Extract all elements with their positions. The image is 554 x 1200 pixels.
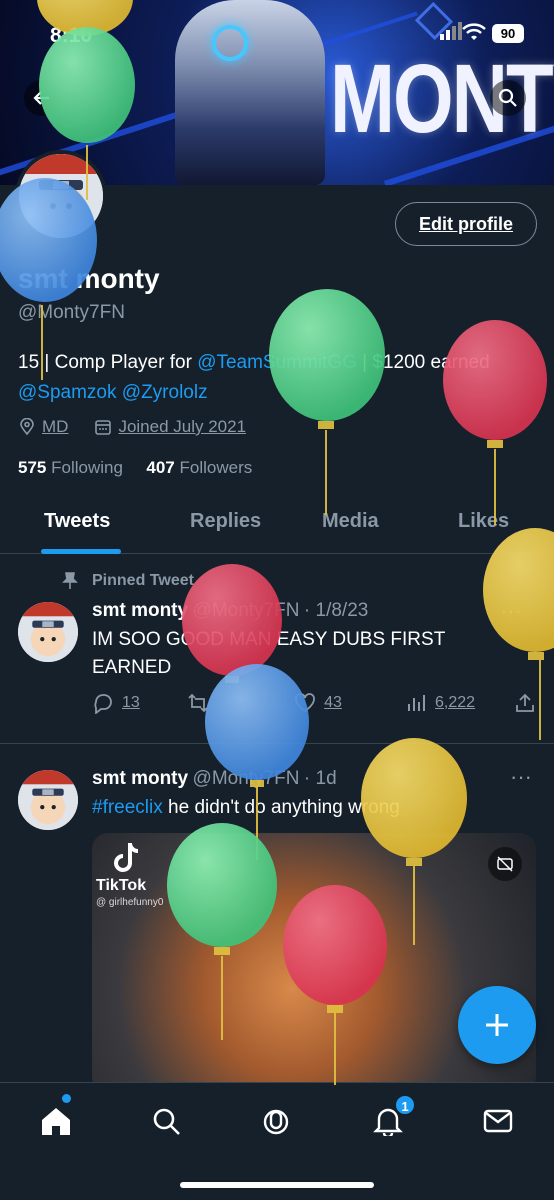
retweet-icon (188, 693, 208, 713)
edit-profile-button[interactable]: Edit profile (395, 202, 537, 246)
bio-text: 15 | Comp Player for (18, 352, 198, 373)
views-button[interactable]: 6,222 (405, 692, 514, 714)
mute-button[interactable] (488, 847, 522, 881)
tweet-hashtag[interactable]: #freeclix (92, 797, 163, 818)
profile-meta: MD Joined July 2021 (18, 417, 246, 437)
tab-replies[interactable]: Replies (190, 510, 261, 533)
tweet-date: · 1d (303, 768, 337, 789)
share-icon (516, 693, 534, 712)
tweet-author-name[interactable]: smt monty (92, 600, 188, 621)
profile-location[interactable]: MD (42, 417, 68, 437)
media-user: @ girlhefunny0 (96, 897, 164, 908)
tweet-avatar[interactable] (18, 770, 78, 830)
like-button[interactable]: 43 (294, 692, 405, 714)
wifi-icon (462, 23, 486, 40)
profile-bio: 15 | Comp Player for @TeamSummitGG | $12… (18, 348, 548, 408)
tiktok-logo-icon (114, 842, 139, 872)
bio-mention-spamzok[interactable]: @Spamzok (18, 382, 117, 403)
profile-handle: @Monty7FN (18, 302, 125, 323)
nav-home[interactable] (36, 1101, 76, 1141)
reply-icon (94, 694, 112, 714)
more-icon[interactable]: ··· (510, 764, 532, 790)
notifications-badge: 1 (394, 1094, 416, 1116)
tweet-text: #freeclix he didn't do anything wrong (92, 797, 400, 818)
share-button[interactable] (514, 692, 536, 714)
search-icon (498, 88, 517, 107)
like-icon (295, 693, 315, 713)
location-pin-icon (20, 418, 34, 436)
pin-icon (62, 572, 78, 589)
status-time: 8:10 (50, 24, 93, 47)
nav-messages[interactable] (478, 1101, 518, 1141)
back-button[interactable] (24, 80, 60, 116)
tab-likes[interactable]: Likes (458, 510, 509, 533)
pinned-label: Pinned Tweet (62, 572, 194, 590)
tweet-author-handle: @Monty7FN (192, 768, 300, 789)
profile-name: smt monty (18, 263, 160, 294)
profile-tabs: Tweets Replies Media Likes (0, 500, 554, 554)
follow-stats: 575 Following 407 Followers (18, 458, 252, 478)
tweet-date: · 1/8/23 (303, 600, 369, 621)
following-link[interactable]: 575 Following (18, 458, 123, 477)
bio-mention-zyrololz[interactable]: @Zyrololz (122, 382, 208, 403)
avatar-character (19, 154, 103, 238)
compose-tweet-button[interactable] (458, 986, 536, 1064)
search-button[interactable] (490, 80, 526, 116)
media-brand: TikTok (96, 877, 147, 894)
more-icon[interactable]: ··· (500, 598, 522, 624)
banner-character (175, 0, 325, 185)
nav-spaces[interactable] (256, 1101, 296, 1141)
active-tab-indicator (41, 549, 121, 554)
nav-search[interactable] (146, 1101, 186, 1141)
banner-visor (212, 25, 248, 61)
tweet-header: smt monty @Monty7FN · 1d (92, 768, 337, 790)
calendar-icon (95, 420, 112, 435)
tweet-text: IM SOO GOOD MAN EASY DUBS FIRST EARNED (92, 629, 445, 678)
bio-mention-teamsummit[interactable]: @TeamSummitGG (197, 352, 357, 373)
search-icon (153, 1108, 180, 1135)
tweet-divider (0, 743, 554, 744)
captions-off-icon (497, 856, 513, 872)
compose-plus-icon (486, 1014, 508, 1036)
home-unread-dot (62, 1094, 71, 1103)
cellular-signal-icon (440, 22, 462, 40)
tweet-actions: 13 43 6,222 (92, 692, 536, 714)
mail-icon (483, 1109, 513, 1133)
tweet-author-name[interactable]: smt monty (92, 768, 188, 789)
back-arrow-icon (33, 91, 49, 105)
tweet-author-handle: @Monty7FN (192, 600, 300, 621)
tweet-avatar[interactable] (18, 602, 78, 662)
spaces-icon (263, 1109, 289, 1135)
profile-avatar[interactable] (15, 150, 107, 242)
profile-joined: Joined July 2021 (118, 417, 247, 436)
followers-link[interactable]: 407 Followers (146, 458, 252, 477)
tab-media[interactable]: Media (322, 510, 379, 533)
tab-tweets[interactable]: Tweets (44, 510, 110, 533)
battery-indicator: 90 (492, 24, 524, 43)
bio-text: | $1200 earned (356, 352, 490, 373)
reply-button[interactable]: 13 (92, 692, 187, 714)
tweet-header: smt monty @Monty7FN · 1/8/23 (92, 600, 368, 622)
views-icon (408, 695, 426, 711)
retweet-button[interactable] (187, 692, 294, 714)
tweet-media-video[interactable]: TikTok @ girlhefunny0 (92, 833, 536, 1093)
home-icon (42, 1108, 70, 1135)
home-indicator (180, 1182, 374, 1188)
